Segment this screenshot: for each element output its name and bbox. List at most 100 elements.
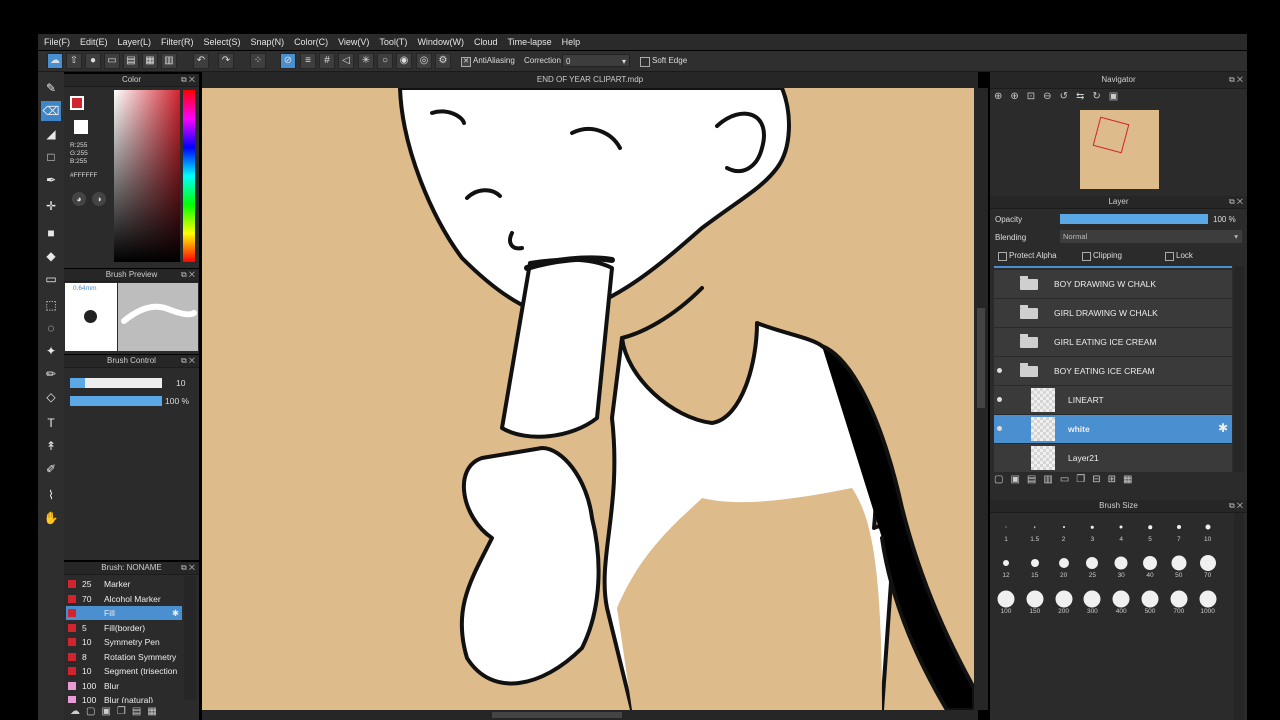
- protect-alpha-checkbox[interactable]: [998, 252, 1007, 261]
- brush-size-preset[interactable]: 50: [1165, 550, 1193, 584]
- snap-radial-icon[interactable]: ✳: [358, 53, 374, 69]
- fit-icon[interactable]: ⊡: [1027, 91, 1043, 102]
- select-pen-icon[interactable]: ✏: [41, 364, 61, 384]
- delete-brush-icon[interactable]: ▦: [147, 706, 162, 717]
- snap-grid-icon[interactable]: #: [319, 53, 335, 69]
- brush-size-preset[interactable]: 4: [1107, 514, 1135, 548]
- snap-vanish-icon[interactable]: ◎: [416, 53, 432, 69]
- brush-size-slider[interactable]: [70, 378, 162, 388]
- layer-folder-row[interactable]: BOY DRAWING W CHALK: [994, 270, 1232, 299]
- message-icon[interactable]: ▭: [104, 53, 120, 69]
- new-layer-icon[interactable]: ▢: [994, 474, 1010, 485]
- snap-parallel-icon[interactable]: ≡: [300, 53, 316, 69]
- brush-size-preset[interactable]: 1.5: [1021, 514, 1049, 548]
- visibility-icon[interactable]: [997, 397, 1002, 402]
- brush-size-preset[interactable]: 500: [1136, 586, 1164, 620]
- fill-rect-icon[interactable]: ■: [41, 223, 61, 243]
- brush-list-item[interactable]: 70 Alcohol Marker: [66, 592, 182, 606]
- blending-select[interactable]: Normal ▾: [1060, 230, 1242, 243]
- panel-controls-icon[interactable]: ⧉ ✕: [181, 74, 195, 86]
- brush-size-preset[interactable]: 10: [1194, 514, 1222, 548]
- lock-checkbox[interactable]: [1165, 252, 1174, 261]
- gradient-tool-icon[interactable]: ▭: [41, 269, 61, 289]
- brush-size-preset[interactable]: 2: [1050, 514, 1078, 548]
- chat-icon[interactable]: ●: [85, 53, 101, 69]
- delete-layer-icon[interactable]: ▦: [1123, 474, 1139, 485]
- brush-list-item[interactable]: Fill ✱: [66, 606, 182, 620]
- snap-off-icon[interactable]: ⊘: [280, 53, 296, 69]
- layer-folder-row[interactable]: GIRL DRAWING W CHALK: [994, 299, 1232, 328]
- menu-cloud[interactable]: Cloud: [469, 34, 503, 47]
- brush-size-preset[interactable]: 40: [1136, 550, 1164, 584]
- brush-size-preset[interactable]: 20: [1050, 550, 1078, 584]
- brush-size-preset[interactable]: 5: [1136, 514, 1164, 548]
- brush-size-preset[interactable]: 15: [1021, 550, 1049, 584]
- eyedropper-tool-icon[interactable]: ⌇: [41, 485, 61, 505]
- panel-controls-icon[interactable]: ⧉ ✕: [1229, 500, 1243, 512]
- snap-circle-icon[interactable]: ○: [377, 53, 393, 69]
- brush-size-preset[interactable]: 70: [1194, 550, 1222, 584]
- rotate-right-icon[interactable]: ↻: [1092, 91, 1108, 102]
- brush-size-preset[interactable]: 300: [1078, 586, 1106, 620]
- new-brush-icon[interactable]: ▢: [86, 706, 101, 717]
- background-color-swatch[interactable]: [74, 120, 88, 134]
- bezier-tool-icon[interactable]: ↟: [41, 436, 61, 456]
- color-picker-icon[interactable]: ◑: [92, 192, 106, 206]
- move-tool-icon[interactable]: ✛: [41, 196, 61, 216]
- vertical-scroll-thumb[interactable]: [977, 308, 985, 408]
- select-rect-icon[interactable]: ⬚: [41, 295, 61, 315]
- navigator-thumbnail[interactable]: [1080, 110, 1159, 189]
- saturation-value-picker[interactable]: [114, 90, 180, 262]
- brush-size-preset[interactable]: 700: [1165, 586, 1193, 620]
- brush-list-item[interactable]: 10 Symmetry Pen: [66, 635, 182, 649]
- eraser-brush-icon[interactable]: ◢: [41, 124, 61, 144]
- canvas-vertical-scrollbar[interactable]: [974, 88, 988, 710]
- deselect-icon[interactable]: ⁘: [250, 53, 266, 69]
- brush-size-preset[interactable]: 7: [1165, 514, 1193, 548]
- foreground-color-swatch[interactable]: [70, 96, 84, 110]
- brush-size-preset[interactable]: 200: [1050, 586, 1078, 620]
- correction-select[interactable]: 0 ▾: [562, 54, 630, 67]
- bucket-tool-icon[interactable]: ◆: [41, 246, 61, 266]
- lock-view-icon[interactable]: ▣: [1109, 91, 1126, 102]
- visibility-icon[interactable]: [997, 368, 1002, 373]
- menu-help[interactable]: Help: [557, 34, 586, 47]
- magic-wand-icon[interactable]: ✦: [41, 341, 61, 361]
- snap-curve-icon[interactable]: ◉: [396, 53, 412, 69]
- brush-size-preset[interactable]: 3: [1078, 514, 1106, 548]
- panel-controls-icon[interactable]: ⧉ ✕: [181, 355, 195, 367]
- merge-layer-icon[interactable]: ⊟: [1092, 474, 1107, 485]
- brush-menu-icon[interactable]: ▣: [101, 706, 116, 717]
- canvas-horizontal-scrollbar[interactable]: [202, 710, 978, 720]
- page-icon[interactable]: ▤: [123, 53, 139, 69]
- brush-size-preset[interactable]: 1: [992, 514, 1020, 548]
- layer-row[interactable]: white ✱: [994, 415, 1232, 444]
- brush-list-item[interactable]: 10 Segment (trisection: [66, 664, 182, 678]
- snap-settings-icon[interactable]: ⚙: [435, 53, 451, 69]
- redo-icon[interactable]: ↷: [218, 53, 234, 69]
- menu-file[interactable]: File(F): [38, 34, 75, 47]
- panel-controls-icon[interactable]: ⧉ ✕: [181, 562, 195, 574]
- brush-list-item[interactable]: 5 Fill(border): [66, 621, 182, 635]
- menu-layer[interactable]: Layer(L): [113, 34, 157, 47]
- brush-list-item[interactable]: 25 Marker: [66, 577, 182, 591]
- brush-size-preset[interactable]: 25: [1078, 550, 1106, 584]
- visibility-icon[interactable]: [997, 426, 1002, 431]
- smudge-tool-icon[interactable]: ✐: [41, 459, 61, 479]
- brush-size-preset[interactable]: 1000: [1194, 586, 1222, 620]
- brush-list-item[interactable]: 8 Rotation Symmetry: [66, 650, 182, 664]
- layer-opacity-slider[interactable]: [1060, 214, 1208, 224]
- new-folder-icon[interactable]: ▭: [1060, 474, 1076, 485]
- brush-tool-icon[interactable]: ✎: [41, 78, 61, 98]
- menu-view[interactable]: View(V): [333, 34, 374, 47]
- brush-size-preset[interactable]: 150: [1021, 586, 1049, 620]
- zoom-in-icon[interactable]: ⊕: [994, 91, 1010, 102]
- drawing-canvas[interactable]: [202, 88, 974, 710]
- menu-timelapse[interactable]: Time-lapse: [502, 34, 556, 47]
- menu-color[interactable]: Color(C): [289, 34, 333, 47]
- brush-size-preset[interactable]: 12: [992, 550, 1020, 584]
- lasso-tool-icon[interactable]: ◌: [41, 318, 61, 338]
- zoom-out-icon[interactable]: ⊖: [1043, 91, 1059, 102]
- layer-settings-icon[interactable]: ✱: [1218, 421, 1228, 435]
- brush-size-preset[interactable]: 100: [992, 586, 1020, 620]
